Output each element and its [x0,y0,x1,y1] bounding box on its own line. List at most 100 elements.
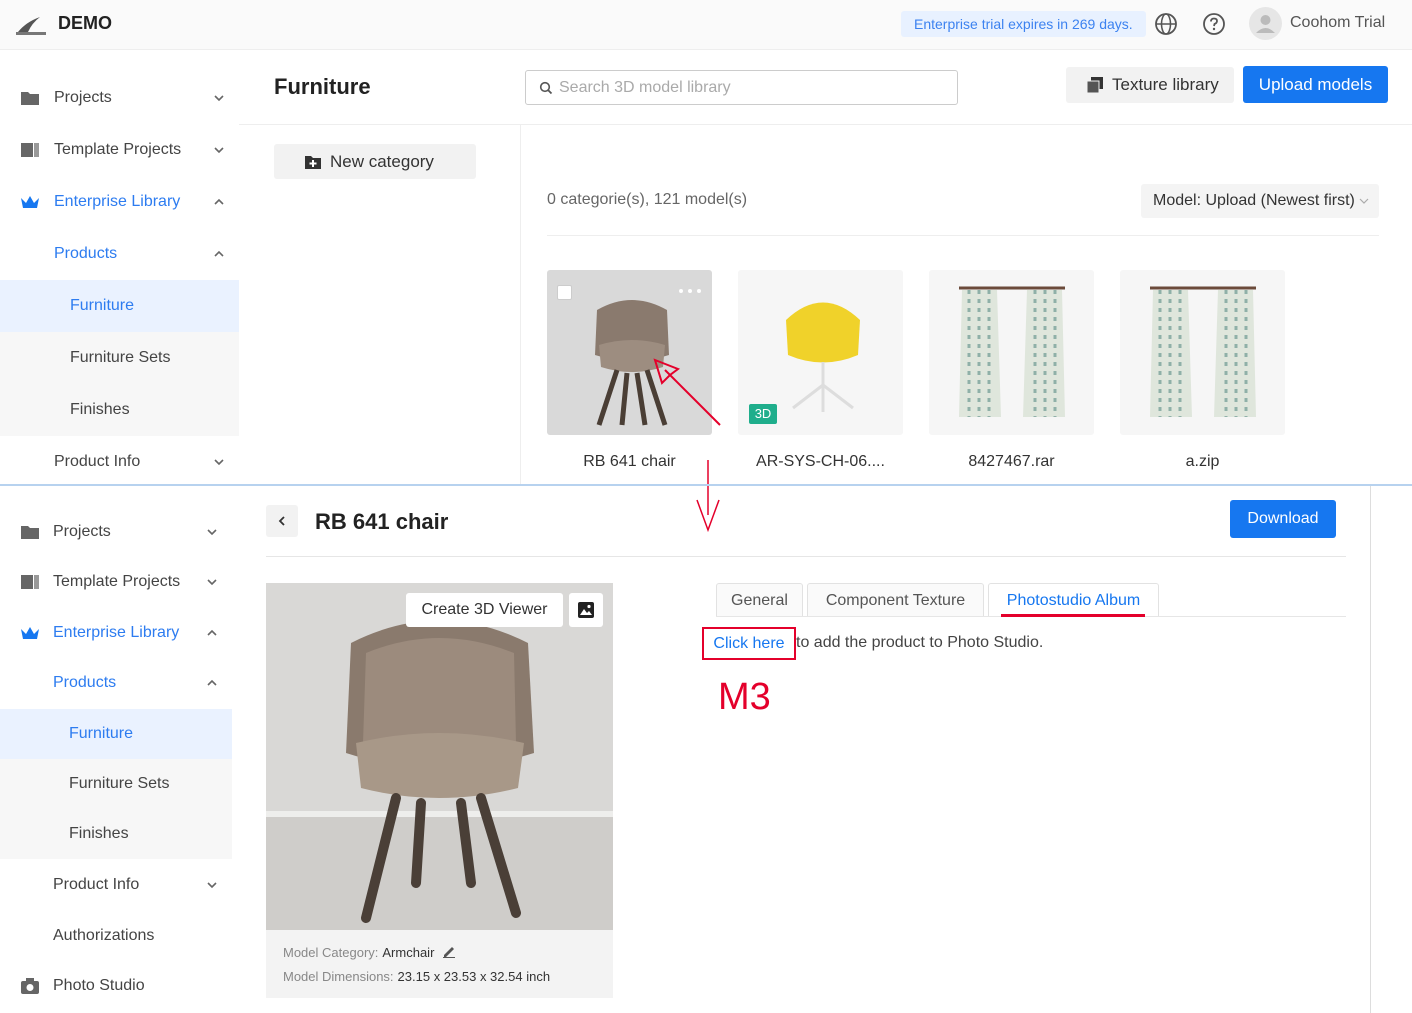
chevron-up-icon [207,679,217,686]
back-button[interactable] [266,505,298,537]
user-avatar[interactable] [1249,7,1282,40]
help-icon[interactable] [1202,12,1226,36]
create-3d-viewer-button[interactable]: Create 3D Viewer [406,593,563,627]
user-name[interactable]: Coohom Trial [1290,14,1385,32]
sort-select[interactable]: Model: Upload (Newest first) [1141,184,1379,218]
sidebar-item-label: Products [54,245,118,262]
sidebar-item-template-projects[interactable]: Template Projects [0,124,239,176]
divider [1370,486,1371,1013]
annotation-label: M3 [718,676,771,718]
edit-icon[interactable] [442,944,456,958]
texture-library-label: Texture library [1112,75,1219,94]
chevron-left-icon [278,516,285,526]
template-icon [21,575,39,589]
sidebar-item-label: Template Projects [53,573,181,590]
model-dimensions-label: Model Dimensions: [283,969,394,984]
sidebar-item-finishes[interactable]: Finishes [0,384,239,436]
sidebar-item-label: Enterprise Library [53,624,180,641]
chevron-down-icon [207,882,217,889]
brand-name[interactable]: DEMO [58,13,112,34]
curtain-thumbnail [1150,286,1256,417]
divider [547,235,1379,236]
tab-component-texture[interactable]: Component Texture [807,583,984,617]
tab-general[interactable]: General [716,583,803,617]
model-card[interactable] [929,270,1094,435]
sidebar-item-furniture[interactable]: Furniture [0,709,232,759]
sidebar-bottom: Projects Template Projects Enterprise Li… [0,486,232,1013]
globe-icon[interactable] [1154,12,1178,36]
sidebar-item-label: Projects [53,523,111,540]
sidebar-item-label: Furniture Sets [70,349,171,366]
new-category-button[interactable]: New category [274,144,476,179]
sidebar-item-projects[interactable]: Projects [0,72,239,124]
search-input[interactable] [559,78,939,98]
sort-value: Model: Upload (Newest first) [1153,192,1355,209]
sidebar-item-furniture-sets[interactable]: Furniture Sets [0,759,232,809]
model-info: Model Category: Armchair Model Dimensions… [266,930,613,998]
model-name[interactable]: 8427467.rar [929,453,1094,471]
chevron-down-icon [214,95,224,102]
upload-models-button[interactable]: Upload models [1243,66,1388,103]
library-stats: 0 categorie(s), 121 model(s) [547,191,748,208]
photo-studio-hint: to add the product to Photo Studio. [796,634,1044,651]
model-category-label: Model Category: [283,945,379,960]
image-button[interactable] [569,593,603,627]
sidebar-item-enterprise-library[interactable]: Enterprise Library [0,176,239,228]
company-logo-icon[interactable] [16,14,46,36]
annotation-arrow-icon [653,358,721,533]
sidebar-item-products[interactable]: Products [0,228,239,280]
sidebar-item-label: Enterprise Library [54,193,181,210]
model-category-value: Armchair [382,945,435,960]
top-bar [0,0,1412,50]
chevron-down-icon [214,459,224,466]
search-icon [539,81,553,95]
select-checkbox[interactable] [557,285,572,300]
model-name[interactable]: AR-SYS-CH-06.... [738,453,903,471]
badge-3d: 3D [749,404,777,424]
tab-photostudio-album[interactable]: Photostudio Album [988,583,1159,617]
sidebar-item-product-info[interactable]: Product Info [0,860,232,910]
trial-notice-badge[interactable]: Enterprise trial expires in 269 days. [901,11,1146,37]
click-here-link[interactable]: Click here [702,627,796,660]
chevron-up-icon [214,198,224,205]
sidebar-item-furniture[interactable]: Furniture [0,280,239,332]
chevron-up-icon [207,629,217,636]
sidebar-item-label: Authorizations [53,927,155,944]
chevron-down-icon [214,147,224,154]
search-box[interactable] [525,70,958,105]
crown-icon [21,627,39,639]
sidebar-item-furniture-sets[interactable]: Furniture Sets [0,332,239,384]
chevron-down-icon [207,579,217,586]
folder-plus-icon [305,155,321,169]
sidebar-item-product-info[interactable]: Product Info [0,436,239,488]
divider [266,556,1346,557]
sidebar-item-label: Finishes [69,825,129,842]
model-category-row: Model Category: Armchair [283,944,456,960]
sidebar-item-photo-studio[interactable]: Photo Studio [0,961,232,1011]
divider [239,124,1412,125]
download-button[interactable]: Download [1230,500,1336,538]
layers-icon [1086,77,1103,94]
sidebar-item-products[interactable]: Products [0,658,232,708]
new-category-label: New category [330,151,434,171]
model-name[interactable]: a.zip [1120,453,1285,471]
template-icon [21,143,39,157]
sidebar-item-projects[interactable]: Projects [0,507,232,557]
sidebar-item-finishes[interactable]: Finishes [0,809,232,859]
sidebar-item-label: Furniture [69,725,134,742]
sidebar-item-label: Projects [54,89,112,106]
sidebar-item-label: Furniture [70,297,135,314]
sidebar-item-enterprise-library[interactable]: Enterprise Library [0,608,232,658]
sidebar-item-authorizations[interactable]: Authorizations [0,911,232,961]
model-card[interactable] [1120,270,1285,435]
sidebar-item-template-projects[interactable]: Template Projects [0,557,232,607]
curtain-thumbnail [959,286,1065,417]
model-dimensions-row: Model Dimensions: 23.15 x 23.53 x 32.54 i… [283,969,550,984]
chevron-down-icon [1359,198,1369,204]
folder-icon [21,92,39,105]
chevron-up-icon [214,250,224,257]
sidebar-item-label: Furniture Sets [69,775,170,792]
texture-library-button[interactable]: Texture library [1066,67,1234,103]
chair-thumbnail [786,302,860,412]
chair-preview [266,583,613,930]
